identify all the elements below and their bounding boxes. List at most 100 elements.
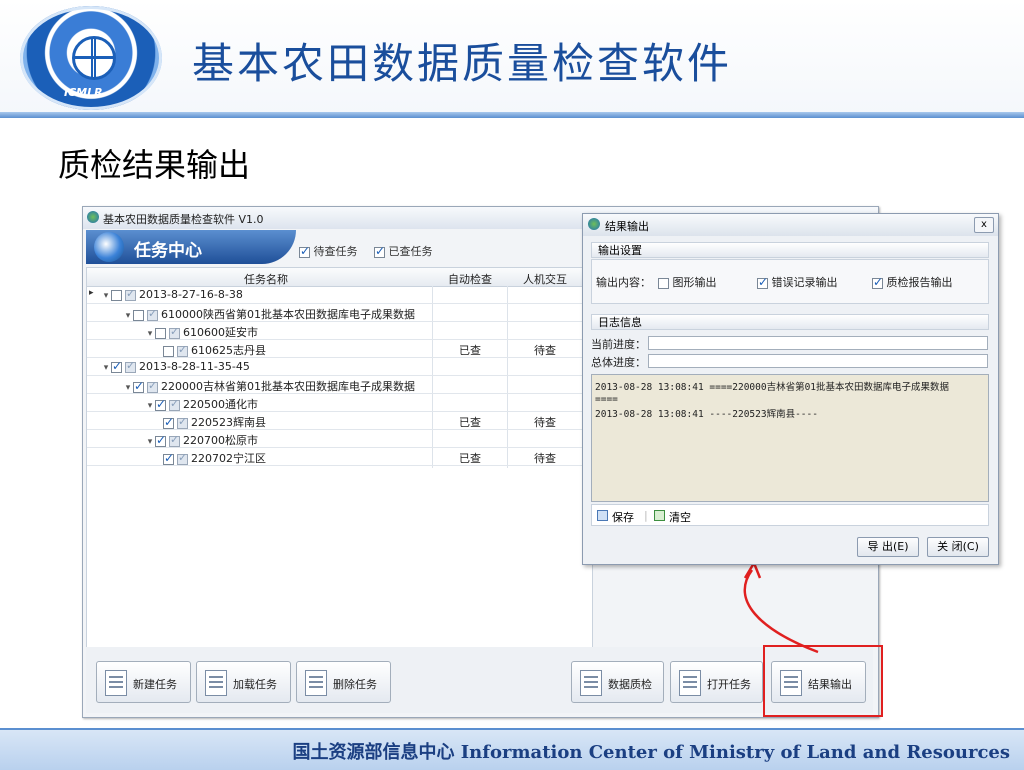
checkbox-icon[interactable] xyxy=(155,327,166,339)
result-output-dialog: 结果输出 x 输出设置 输出内容： 图形输出 错误记录输出 质检报告输出 日志信… xyxy=(582,213,999,565)
table-row[interactable]: ▾ 610000陕西省第01批基本农田数据库电子成果数据 xyxy=(87,305,592,322)
task-name-label: 220500通化市 xyxy=(183,398,258,411)
log-output[interactable]: 2013-08-28 13:08:41 ====220000吉林省第01批基本农… xyxy=(591,374,989,502)
table-row[interactable]: ▾ 220000吉林省第01批基本农田数据库电子成果数据 xyxy=(87,377,592,394)
table-row[interactable]: ▾ 610600延安市 xyxy=(87,323,592,340)
task-name-label: 220523辉南县 xyxy=(191,416,266,429)
filter-checked-label: 已查任务 xyxy=(388,245,433,258)
save-button[interactable]: 保存 xyxy=(612,509,634,525)
export-button[interactable]: 导 出(E) xyxy=(857,537,919,557)
checkbox-icon[interactable] xyxy=(133,379,144,393)
close-icon[interactable]: x xyxy=(974,217,994,233)
option-graphic-output[interactable]: 图形输出 xyxy=(658,274,717,290)
filter-checked-tasks[interactable]: 已查任务 xyxy=(374,243,433,259)
manual-check-cell: 待查 xyxy=(534,344,556,357)
log-info-header: 日志信息 xyxy=(591,314,989,330)
checkbox-icon[interactable] xyxy=(872,275,883,289)
delete-document-icon xyxy=(305,670,327,696)
app-icon xyxy=(87,211,99,223)
task-name-label: 220700松原市 xyxy=(183,434,258,447)
expand-icon[interactable]: ▾ xyxy=(123,311,133,321)
grid-header: 任务名称 自动检查 人机交互 xyxy=(87,268,592,287)
open-task-button[interactable]: 打开任务 xyxy=(670,661,763,703)
status-check-icon xyxy=(125,287,136,301)
data-check-button[interactable]: 数据质检 xyxy=(571,661,664,703)
clear-button[interactable]: 清空 xyxy=(669,509,691,525)
column-auto-check[interactable]: 自动检查 xyxy=(435,271,505,287)
toolbar-separator: | xyxy=(644,509,648,522)
save-icon xyxy=(597,510,608,521)
table-row[interactable]: 610625志丹县 已查 待查 xyxy=(87,341,592,358)
app-icon xyxy=(588,218,600,230)
manual-check-cell: 待查 xyxy=(534,452,556,465)
filter-pending-tasks[interactable]: 待查任务 xyxy=(299,243,358,259)
status-check-icon xyxy=(177,451,188,465)
expand-icon[interactable]: ▾ xyxy=(145,401,155,411)
slide-app-title: 基本农田数据质量检查软件 xyxy=(192,39,733,88)
checkbox-icon[interactable] xyxy=(111,289,122,301)
checkbox-icon[interactable] xyxy=(757,275,768,289)
checkbox-icon[interactable] xyxy=(299,244,310,258)
task-name-cell: ▾ 220700松原市 xyxy=(145,432,258,448)
column-manual-check[interactable]: 人机交互 xyxy=(510,271,580,287)
task-center-tab: 任务中心 xyxy=(86,230,296,264)
current-progress-label: 当前进度： xyxy=(591,338,646,351)
checkbox-icon[interactable] xyxy=(658,277,669,289)
checkbox-icon[interactable] xyxy=(155,397,166,411)
expand-icon[interactable]: ▾ xyxy=(101,291,111,301)
expand-icon[interactable]: ▾ xyxy=(145,437,155,447)
status-check-icon xyxy=(169,397,180,411)
auto-check-cell: 已查 xyxy=(459,452,481,465)
task-name-label: 220702宁江区 xyxy=(191,452,266,465)
table-row[interactable]: ▾ 220700松原市 xyxy=(87,431,592,448)
slide-title: 质检结果输出 xyxy=(58,146,251,184)
load-task-button[interactable]: 加载任务 xyxy=(196,661,291,703)
task-name-cell: ▾ 610600延安市 xyxy=(145,324,258,340)
table-row[interactable]: ▾ 2013-8-27-16-8-38 ▸ xyxy=(87,287,592,304)
dialog-title: 结果输出 xyxy=(605,220,649,233)
column-task-name[interactable]: 任务名称 xyxy=(101,271,431,287)
checkbox-icon[interactable] xyxy=(111,359,122,373)
dialog-titlebar: 结果输出 x xyxy=(583,214,998,236)
checkbox-icon[interactable] xyxy=(374,244,385,258)
task-name-cell: ▾ 2013-8-27-16-8-38 xyxy=(101,287,243,302)
expand-icon[interactable]: ▾ xyxy=(101,363,111,373)
task-name-cell: 220702宁江区 xyxy=(163,450,266,466)
icmlr-logo: ICMLR xyxy=(20,6,162,110)
expand-icon[interactable]: ▾ xyxy=(145,329,155,339)
slide-footer: 国土资源部信息中心 Information Center of Ministry… xyxy=(0,728,1024,770)
output-settings-header: 输出设置 xyxy=(591,242,989,258)
status-check-icon xyxy=(169,325,180,339)
total-progress-bar xyxy=(648,354,988,368)
log-line: 2013-08-28 13:08:41 ====220000吉林省第01批基本农… xyxy=(595,382,950,393)
checkbox-icon[interactable] xyxy=(163,415,174,429)
status-check-icon xyxy=(147,379,158,393)
auto-check-cell: 已查 xyxy=(459,416,481,429)
main-window-title: 基本农田数据质量检查软件 V1.0 xyxy=(103,213,264,226)
new-document-icon xyxy=(105,670,127,696)
new-task-button[interactable]: 新建任务 xyxy=(96,661,191,703)
task-name-label: 610600延安市 xyxy=(183,326,258,339)
delete-task-button[interactable]: 删除任务 xyxy=(296,661,391,703)
delete-task-label: 删除任务 xyxy=(333,678,377,691)
data-check-label: 数据质检 xyxy=(608,678,652,691)
option-error-output[interactable]: 错误记录输出 xyxy=(757,274,838,290)
checkmark-document-icon xyxy=(679,670,701,696)
current-progress-bar xyxy=(648,336,988,350)
checkbox-icon[interactable] xyxy=(155,433,166,447)
table-row[interactable]: ▾ 2013-8-28-11-35-45 xyxy=(87,359,592,376)
option-report-output[interactable]: 质检报告输出 xyxy=(872,274,953,290)
task-center-label: 任务中心 xyxy=(134,241,202,261)
task-name-label: 610000陕西省第01批基本农田数据库电子成果数据 xyxy=(161,308,415,321)
task-grid: 任务名称 自动检查 人机交互 ▾ 2013-8-27-16-8-38 ▸ ▾ 61000… xyxy=(86,267,593,674)
table-row[interactable]: 220702宁江区 已查 待查 xyxy=(87,449,592,466)
table-row[interactable]: ▾ 220500通化市 xyxy=(87,395,592,412)
close-button[interactable]: 关 闭(C) xyxy=(927,537,989,557)
footer-text: 国土资源部信息中心 Information Center of Ministry… xyxy=(292,742,1010,763)
checkbox-icon[interactable] xyxy=(163,345,174,357)
table-row[interactable]: 220523辉南县 已查 待查 xyxy=(87,413,592,430)
expand-icon[interactable]: ▾ xyxy=(123,383,133,393)
checkbox-icon[interactable] xyxy=(163,451,174,465)
task-name-cell: 220523辉南县 xyxy=(163,414,266,430)
checkbox-icon[interactable] xyxy=(133,309,144,321)
